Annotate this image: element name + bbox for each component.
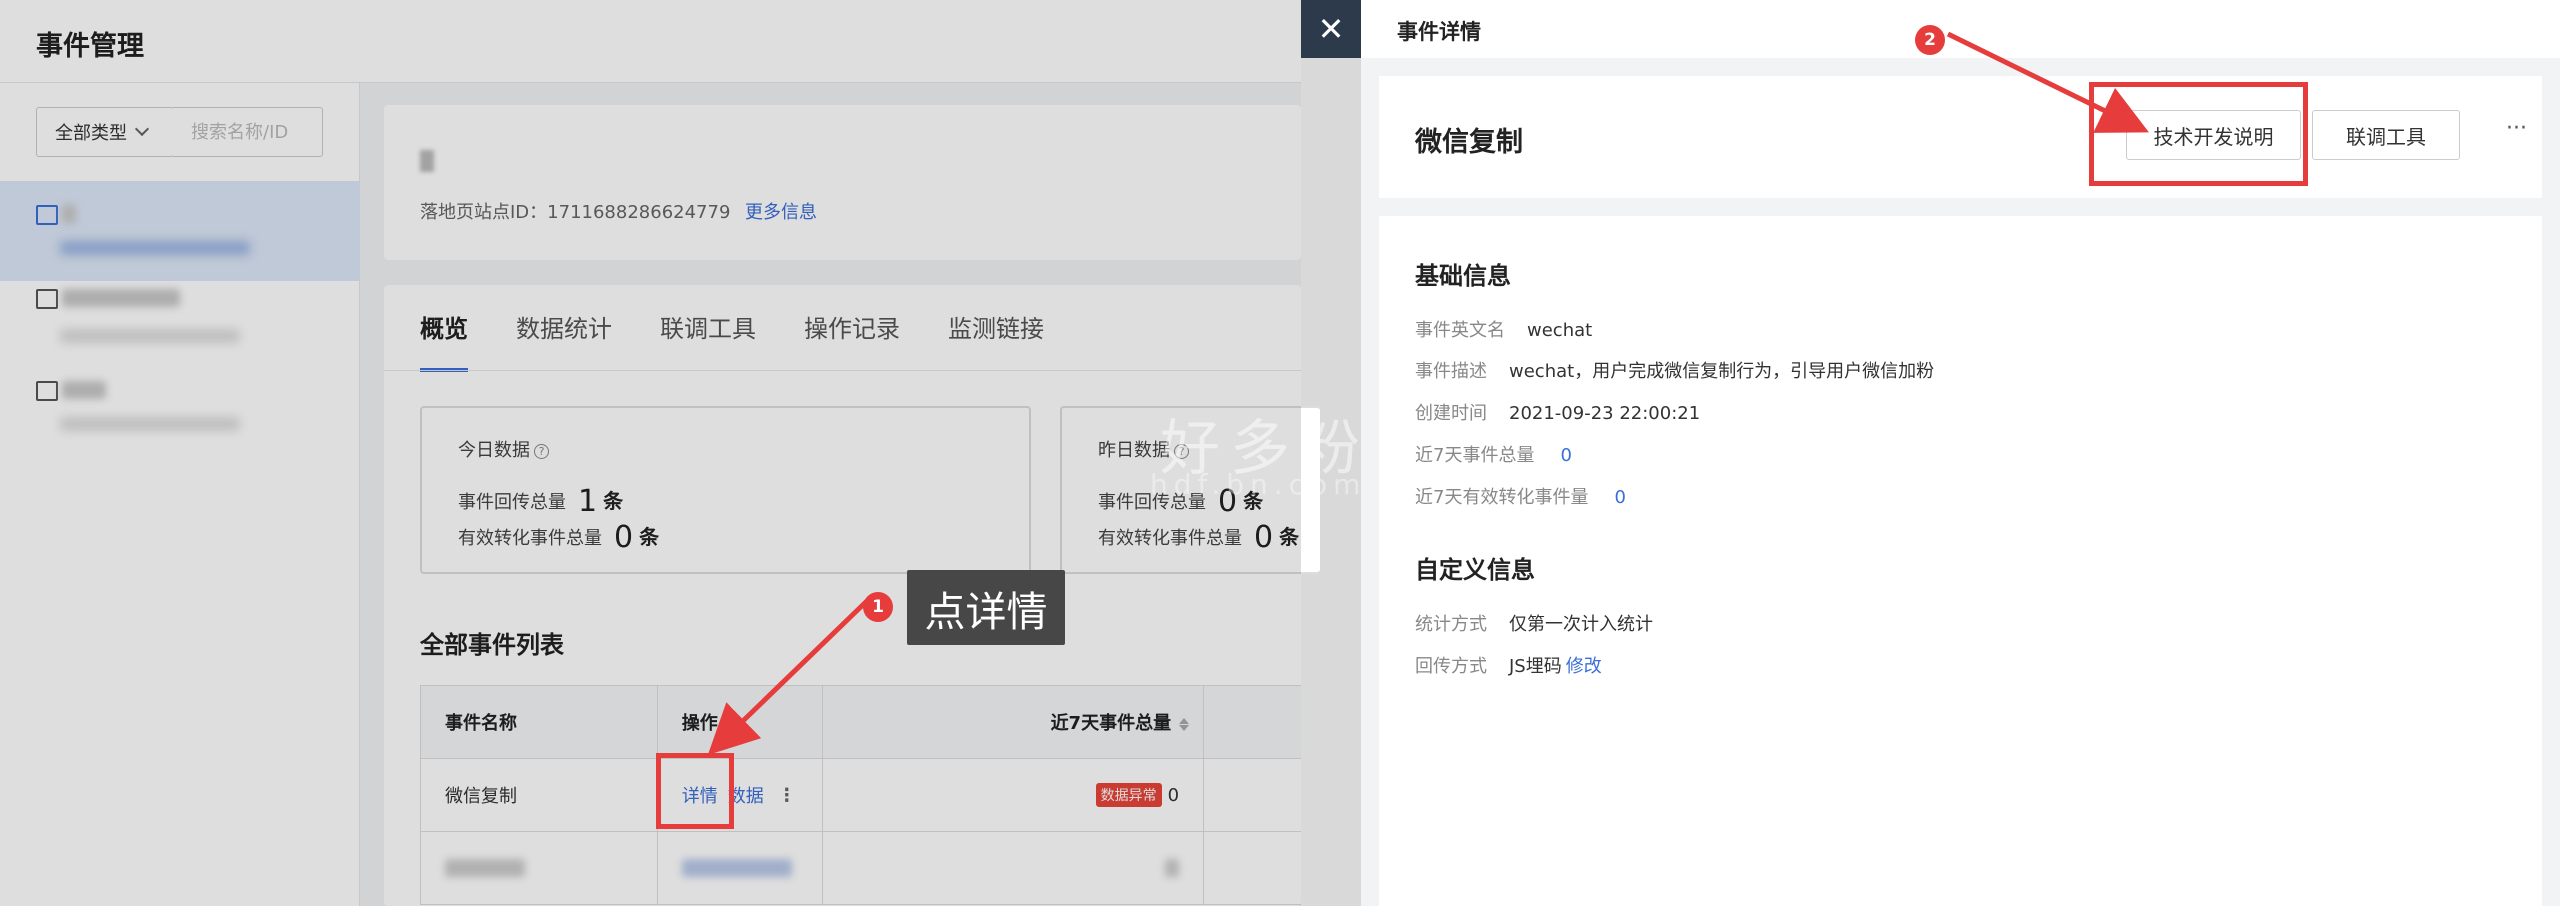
step-1-marker: 1 <box>863 592 893 622</box>
annotation-arrows <box>707 31 2149 755</box>
click-detail-tooltip: 点详情 <box>907 570 1065 645</box>
arrow-1 <box>707 596 872 755</box>
arrow-2 <box>1946 31 2149 133</box>
step-2-marker: 2 <box>1915 25 1945 55</box>
